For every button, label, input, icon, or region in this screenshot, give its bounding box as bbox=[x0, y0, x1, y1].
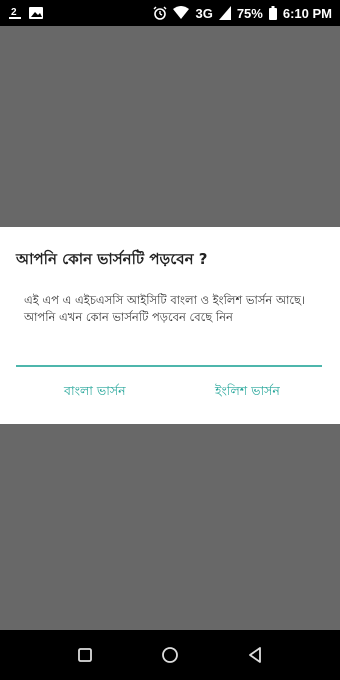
home-icon[interactable] bbox=[160, 645, 180, 665]
clock: 6:10 PM bbox=[282, 5, 332, 21]
bangla-version-button[interactable]: বাংলা ভার্সন bbox=[64, 383, 126, 403]
dialog-title: আপনি কোন ভার্সনটি পড়বেন ? bbox=[16, 250, 208, 268]
status-left: 2 bbox=[8, 5, 44, 21]
recent-apps-icon[interactable] bbox=[75, 645, 95, 665]
network-type: 3G bbox=[195, 5, 213, 21]
status-bar: 2 3G 75% 6:10 PM bbox=[0, 0, 340, 26]
alarm-icon bbox=[153, 6, 167, 20]
status-right: 3G 75% 6:10 PM bbox=[153, 6, 332, 21]
signal-icon bbox=[218, 6, 231, 20]
dialog-message: এই এপ এ এইচএসসি আইসিটি বাংলা ও ইংলিশ ভার… bbox=[24, 293, 306, 324]
navigation-bar bbox=[0, 630, 340, 680]
battery-percent: 75% bbox=[236, 5, 263, 21]
back-icon[interactable] bbox=[245, 645, 265, 665]
version-select-dialog: আপনি কোন ভার্সনটি পড়বেন ? এই এপ এ এইচএস… bbox=[0, 227, 340, 424]
image-icon bbox=[28, 6, 44, 20]
wifi-icon bbox=[173, 6, 190, 20]
screen: 2 3G 75% 6:10 PM আপনি কোন ভার্সনটি পড়বে… bbox=[0, 0, 340, 680]
dialog-divider bbox=[16, 365, 322, 367]
notification-badge-icon: 2 bbox=[8, 5, 22, 21]
svg-text:2: 2 bbox=[11, 7, 17, 18]
battery-icon bbox=[268, 6, 277, 20]
english-version-button[interactable]: ইংলিশ ভার্সন bbox=[215, 383, 280, 403]
